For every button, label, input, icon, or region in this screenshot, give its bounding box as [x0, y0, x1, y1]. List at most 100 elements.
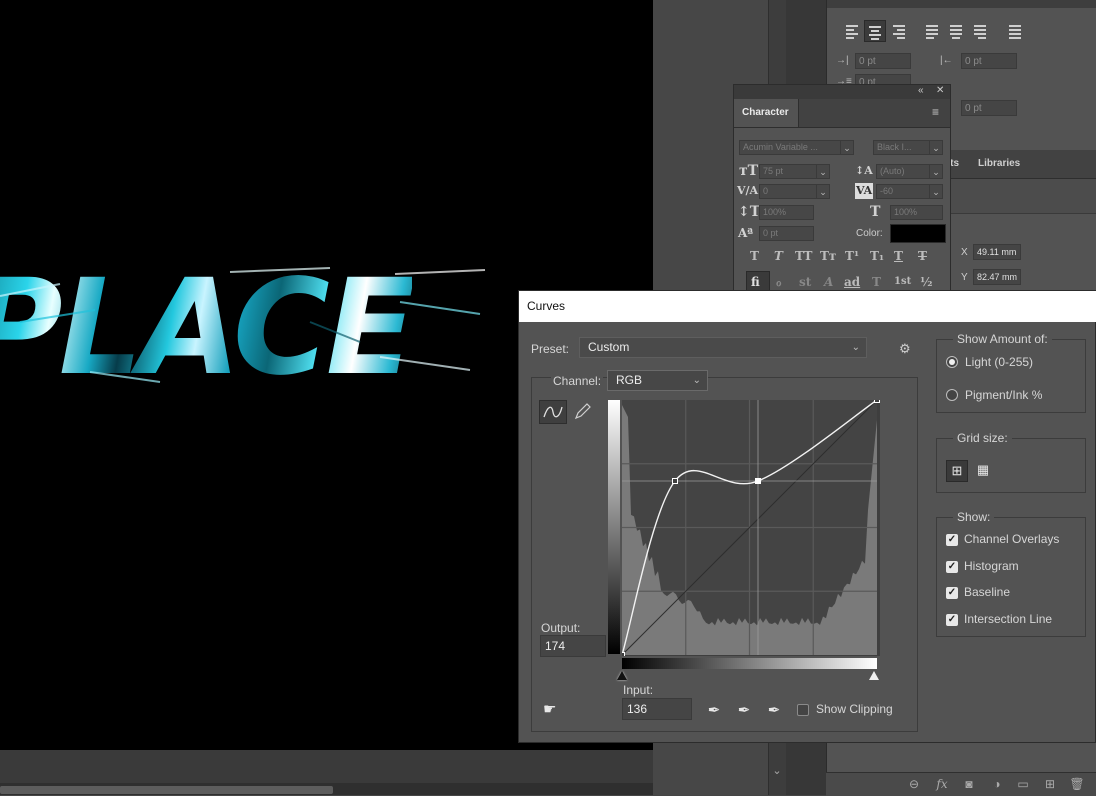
- tab-libraries[interactable]: Libraries: [978, 158, 1020, 169]
- font-style-field[interactable]: Black I...: [873, 140, 931, 155]
- show-clipping-checkbox[interactable]: [797, 704, 809, 716]
- align-right-button[interactable]: [889, 20, 909, 40]
- kerning-field[interactable]: 0: [759, 184, 817, 199]
- output-label: Output:: [541, 621, 581, 635]
- chevron-down-icon[interactable]: ⌄: [929, 184, 943, 199]
- fractions-button[interactable]: ½: [920, 275, 933, 289]
- indent-right-icon: |←: [940, 55, 953, 66]
- discretionary-ligatures-button[interactable]: st: [799, 275, 811, 289]
- x-position-field[interactable]: 49.11 mm: [973, 244, 1021, 260]
- curve-control-point[interactable]: [755, 478, 761, 484]
- align-left-button[interactable]: [842, 20, 862, 40]
- pigment-radio[interactable]: [946, 389, 958, 401]
- black-point-slider[interactable]: [617, 671, 627, 680]
- channel-overlays-checkbox[interactable]: ✓: [946, 534, 958, 546]
- link-icon[interactable]: ⊖: [906, 777, 922, 791]
- align-center-button[interactable]: [864, 20, 886, 42]
- black-eyedropper-icon[interactable]: ✒: [705, 701, 723, 721]
- curve-control-point[interactable]: [622, 652, 625, 657]
- detailed-grid-button[interactable]: ▦: [972, 460, 994, 482]
- justify-all-button[interactable]: [1005, 20, 1025, 40]
- grid-size-title: Grid size:: [953, 431, 1012, 445]
- horizontal-scale-field[interactable]: 100%: [890, 205, 943, 220]
- pencil-tool[interactable]: [570, 400, 598, 424]
- output-gradient-bar: [608, 400, 620, 654]
- tracking-icon: VA: [855, 183, 874, 199]
- adjustment-icon[interactable]: ◑: [989, 777, 1005, 791]
- input-field[interactable]: 136: [622, 698, 692, 720]
- faux-italic-button[interactable]: T: [774, 249, 783, 263]
- font-family-field[interactable]: Acumin Variable ...: [739, 140, 843, 155]
- input-label: Input:: [623, 683, 654, 697]
- light-radio[interactable]: [946, 356, 958, 368]
- show-clipping-label: Show Clipping: [816, 702, 893, 716]
- small-caps-button[interactable]: Tт: [820, 249, 836, 263]
- simple-grid-button[interactable]: ⊞: [946, 460, 968, 482]
- curve-control-point[interactable]: [672, 478, 678, 484]
- ordinals-button[interactable]: 1st: [894, 275, 911, 289]
- strikethrough-button[interactable]: T: [918, 249, 927, 263]
- fx-icon[interactable]: fx: [934, 777, 950, 791]
- new-layer-icon[interactable]: ⊞: [1042, 777, 1058, 791]
- curve-point-tool[interactable]: [539, 400, 567, 424]
- chevron-down-icon[interactable]: ⌄: [768, 762, 786, 780]
- vertical-scale-field[interactable]: 100%: [759, 205, 814, 220]
- contextual-alternates-button[interactable]: ℴ: [776, 275, 782, 289]
- chevron-down-icon[interactable]: ⌄: [840, 140, 854, 155]
- trash-icon[interactable]: 🗑: [1069, 777, 1085, 791]
- tab-character[interactable]: Character: [734, 99, 799, 127]
- justify-right-button[interactable]: [970, 20, 990, 40]
- curve-control-point[interactable]: [874, 400, 880, 403]
- chevron-down-icon[interactable]: ⌄: [816, 184, 830, 199]
- preset-dropdown[interactable]: Custom ⌄: [579, 337, 867, 358]
- font-size-field[interactable]: 75 pt: [759, 164, 817, 179]
- folder-icon[interactable]: ▭: [1015, 777, 1031, 791]
- gray-eyedropper-icon[interactable]: ✒: [735, 701, 753, 721]
- collapse-icon[interactable]: «: [918, 85, 924, 96]
- indent-left-field[interactable]: 0 pt: [855, 53, 911, 69]
- text-color-swatch[interactable]: [890, 224, 946, 243]
- gear-icon[interactable]: ⚙: [899, 341, 911, 357]
- light-option-label: Light (0-255): [965, 355, 1034, 369]
- underline-button[interactable]: T: [894, 249, 903, 263]
- panel-menu-icon[interactable]: ≡: [932, 105, 939, 119]
- justify-center-button[interactable]: [946, 20, 966, 40]
- intersection-line-label: Intersection Line: [964, 612, 1053, 626]
- kerning-icon: V/A: [737, 184, 759, 197]
- stylistic-alternates-button[interactable]: ad: [844, 275, 860, 289]
- chevron-down-icon[interactable]: ⌄: [929, 164, 943, 179]
- standard-ligatures-button[interactable]: fi: [751, 275, 760, 289]
- horizontal-scroll-thumb[interactable]: [0, 786, 333, 794]
- subscript-button[interactable]: T₁: [870, 249, 884, 263]
- x-label: X: [961, 247, 968, 258]
- tracking-field[interactable]: -60: [876, 184, 934, 199]
- intersection-line-checkbox[interactable]: ✓: [946, 614, 958, 626]
- faux-bold-button[interactable]: T: [750, 249, 759, 263]
- leading-field[interactable]: (Auto): [876, 164, 934, 179]
- baseline-checkbox[interactable]: ✓: [946, 587, 958, 599]
- titling-alternates-button[interactable]: T: [872, 275, 881, 289]
- curves-graph[interactable]: [622, 400, 880, 656]
- white-point-slider[interactable]: [869, 671, 879, 680]
- indent-right-field[interactable]: 0 pt: [961, 53, 1017, 69]
- on-image-adjust-icon[interactable]: ☛: [543, 700, 556, 718]
- white-eyedropper-icon[interactable]: ✒: [765, 701, 783, 721]
- superscript-button[interactable]: T¹: [845, 249, 859, 263]
- space-after-field[interactable]: 0 pt: [961, 100, 1017, 116]
- baseline-shift-field[interactable]: 0 pt: [759, 226, 814, 241]
- swash-button[interactable]: A: [824, 275, 833, 289]
- chevron-down-icon[interactable]: ⌄: [816, 164, 830, 179]
- chevron-down-icon[interactable]: ⌄: [929, 140, 943, 155]
- histogram-checkbox[interactable]: ✓: [946, 561, 958, 573]
- channel-dropdown[interactable]: RGB ⌄: [607, 370, 708, 391]
- mask-icon[interactable]: ◙: [961, 777, 977, 791]
- justify-left-button[interactable]: [922, 20, 942, 40]
- input-gradient-bar: [622, 658, 877, 669]
- curves-dialog: Curves Preset: Custom ⌄ ⚙ Channel: RGB ⌄…: [518, 290, 1096, 743]
- close-icon[interactable]: ✕: [936, 85, 944, 96]
- dialog-title[interactable]: Curves: [519, 291, 1096, 322]
- all-caps-button[interactable]: TT: [795, 249, 812, 263]
- output-field[interactable]: 174: [540, 635, 606, 657]
- y-position-field[interactable]: 82.47 mm: [973, 269, 1021, 285]
- character-panel-titlebar[interactable]: « ✕: [734, 85, 950, 99]
